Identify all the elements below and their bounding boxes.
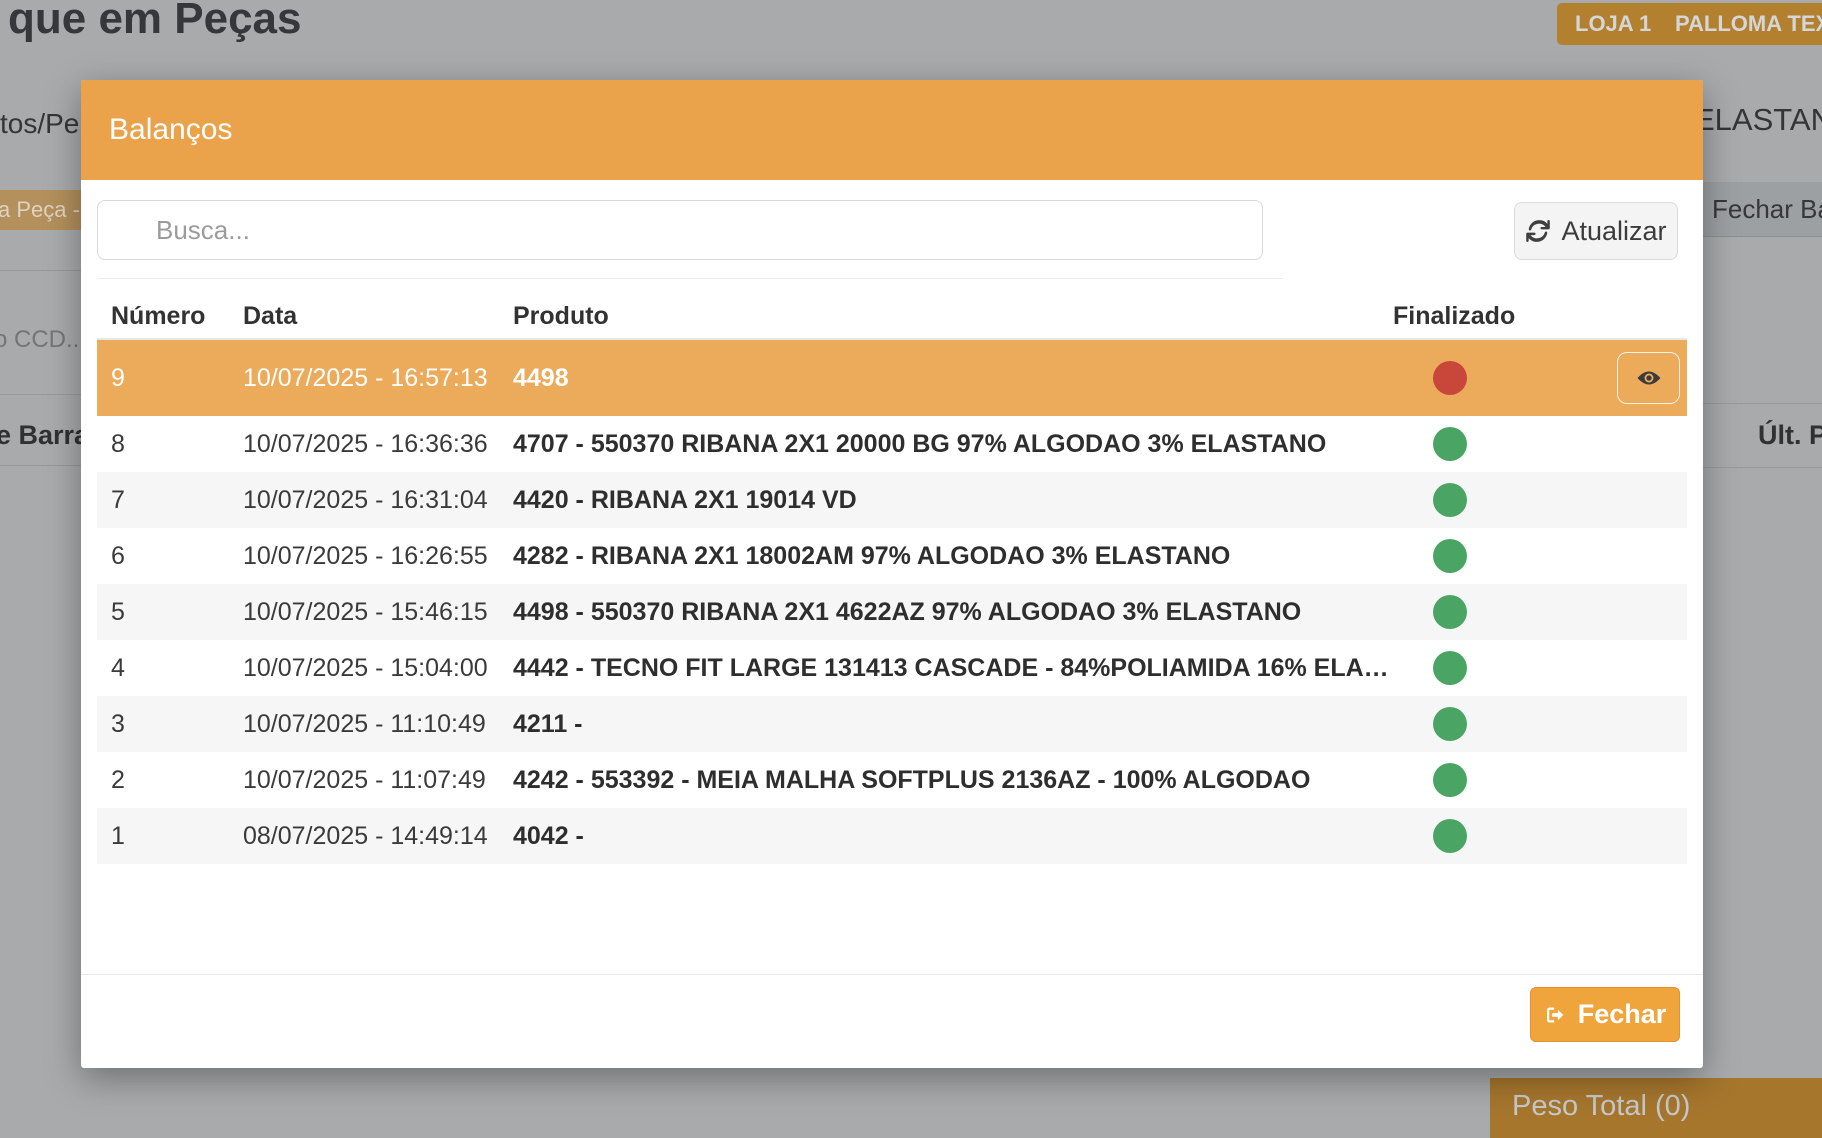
- row-number: 2: [97, 766, 243, 795]
- modal-title: Balanços: [109, 113, 232, 147]
- status-cell: [1393, 361, 1617, 395]
- row-number: 9: [97, 364, 243, 393]
- peso-total-label: Peso Total (0): [1490, 1078, 1822, 1123]
- left-orange-button-fragment[interactable]: a Peça - F: [0, 190, 90, 230]
- table-row[interactable]: 5 10/07/2025 - 15:46:15 4498 - 550370 RI…: [97, 584, 1687, 640]
- refresh-button-label: Atualizar: [1561, 216, 1666, 247]
- row-date: 10/07/2025 - 15:04:00: [243, 654, 513, 683]
- modal-footer: Fechar: [81, 974, 1703, 1068]
- table-row[interactable]: 7 10/07/2025 - 16:31:04 4420 - RIBANA 2X…: [97, 472, 1687, 528]
- row-date: 10/07/2025 - 15:46:15: [243, 598, 513, 627]
- row-date: 10/07/2025 - 16:31:04: [243, 486, 513, 515]
- modal-header: Balanços: [81, 80, 1703, 180]
- company-button[interactable]: PALLOMA TEX: [1659, 3, 1822, 45]
- status-cell: [1393, 763, 1617, 797]
- row-product: 4707 - 550370 RIBANA 2X1 20000 BG 97% AL…: [513, 430, 1393, 459]
- table-row[interactable]: 6 10/07/2025 - 16:26:55 4282 - RIBANA 2X…: [97, 528, 1687, 584]
- table-row[interactable]: 4 10/07/2025 - 15:04:00 4442 - TECNO FIT…: [97, 640, 1687, 696]
- elastano-text-fragment: ELASTANO: [1694, 102, 1822, 138]
- status-dot-icon: [1433, 651, 1467, 685]
- eye-icon: [1633, 365, 1665, 391]
- refresh-icon: [1525, 218, 1551, 244]
- divider: [0, 465, 81, 466]
- close-modal-button[interactable]: Fechar: [1530, 987, 1680, 1042]
- balancos-modal: Balanços Atualizar Número Data Produto F…: [81, 80, 1703, 1068]
- divider: [97, 278, 1283, 279]
- status-cell: [1393, 707, 1617, 741]
- sign-out-icon: [1544, 1003, 1568, 1027]
- refresh-button[interactable]: Atualizar: [1514, 202, 1678, 260]
- header-produto: Produto: [513, 302, 1393, 331]
- row-product: 4498: [513, 364, 1393, 393]
- close-button-label: Fechar: [1578, 999, 1667, 1030]
- search-input[interactable]: [97, 200, 1263, 260]
- row-date: 10/07/2025 - 11:07:49: [243, 766, 513, 795]
- header-data: Data: [243, 302, 513, 331]
- peso-total-panel: Peso Total (0): [1490, 1078, 1822, 1138]
- status-cell: [1393, 427, 1617, 461]
- row-date: 08/07/2025 - 14:49:14: [243, 822, 513, 851]
- status-cell: [1393, 539, 1617, 573]
- row-product: 4242 - 553392 - MEIA MALHA SOFTPLUS 2136…: [513, 766, 1393, 795]
- table-row[interactable]: 8 10/07/2025 - 16:36:36 4707 - 550370 RI…: [97, 416, 1687, 472]
- row-number: 1: [97, 822, 243, 851]
- fechar-balanca-button-fragment[interactable]: Fechar Balança: [1700, 182, 1822, 237]
- table-row[interactable]: 9 10/07/2025 - 16:57:13 4498: [97, 340, 1687, 416]
- status-dot-icon: [1433, 763, 1467, 797]
- balances-table: Número Data Produto Finalizado 9 10/07/2…: [97, 294, 1687, 864]
- barra-label-fragment: e Barra: [0, 420, 89, 451]
- status-cell: [1393, 595, 1617, 629]
- header-finalizado: Finalizado: [1393, 302, 1617, 331]
- row-number: 6: [97, 542, 243, 571]
- page-title: que em Peças: [8, 0, 302, 44]
- table-row[interactable]: 2 10/07/2025 - 11:07:49 4242 - 553392 - …: [97, 752, 1687, 808]
- status-dot-icon: [1433, 483, 1467, 517]
- left-nav-fragment: tos/Pe: [0, 108, 79, 140]
- table-row[interactable]: 1 08/07/2025 - 14:49:14 4042 -: [97, 808, 1687, 864]
- row-date: 10/07/2025 - 16:57:13: [243, 364, 513, 393]
- table-header-row: Número Data Produto Finalizado: [97, 294, 1687, 340]
- view-row-button[interactable]: [1617, 352, 1680, 404]
- row-number: 7: [97, 486, 243, 515]
- row-date: 10/07/2025 - 16:36:36: [243, 430, 513, 459]
- row-date: 10/07/2025 - 11:10:49: [243, 710, 513, 739]
- row-number: 3: [97, 710, 243, 739]
- divider: [1700, 403, 1822, 404]
- ult-peso-header-fragment: Últ. P: [1758, 420, 1822, 451]
- divider: [0, 394, 81, 395]
- divider: [1700, 467, 1822, 468]
- status-dot-icon: [1433, 707, 1467, 741]
- divider: [0, 270, 81, 271]
- row-product: 4442 - TECNO FIT LARGE 131413 CASCADE - …: [513, 654, 1393, 683]
- row-number: 8: [97, 430, 243, 459]
- row-product: 4498 - 550370 RIBANA 2X1 4622AZ 97% ALGO…: [513, 598, 1393, 627]
- status-dot-icon: [1433, 539, 1467, 573]
- status-cell: [1393, 483, 1617, 517]
- status-cell: [1393, 819, 1617, 853]
- row-date: 10/07/2025 - 16:26:55: [243, 542, 513, 571]
- table-row[interactable]: 3 10/07/2025 - 11:10:49 4211 -: [97, 696, 1687, 752]
- header-numero: Número: [97, 302, 243, 331]
- table-body: 9 10/07/2025 - 16:57:13 4498 8 10/07/202…: [97, 340, 1687, 864]
- store-button[interactable]: LOJA 1: [1557, 3, 1669, 45]
- row-number: 4: [97, 654, 243, 683]
- row-product: 4282 - RIBANA 2X1 18002AM 97% ALGODAO 3%…: [513, 542, 1393, 571]
- status-dot-icon: [1433, 427, 1467, 461]
- ccd-text-fragment: o CCD...: [0, 326, 86, 354]
- status-dot-icon: [1433, 595, 1467, 629]
- row-product: 4420 - RIBANA 2X1 19014 VD: [513, 486, 1393, 515]
- row-product: 4211 -: [513, 710, 1393, 739]
- row-product: 4042 -: [513, 822, 1393, 851]
- status-dot-icon: [1433, 819, 1467, 853]
- status-dot-icon: [1433, 361, 1467, 395]
- row-number: 5: [97, 598, 243, 627]
- status-cell: [1393, 651, 1617, 685]
- row-action-cell: [1617, 352, 1687, 404]
